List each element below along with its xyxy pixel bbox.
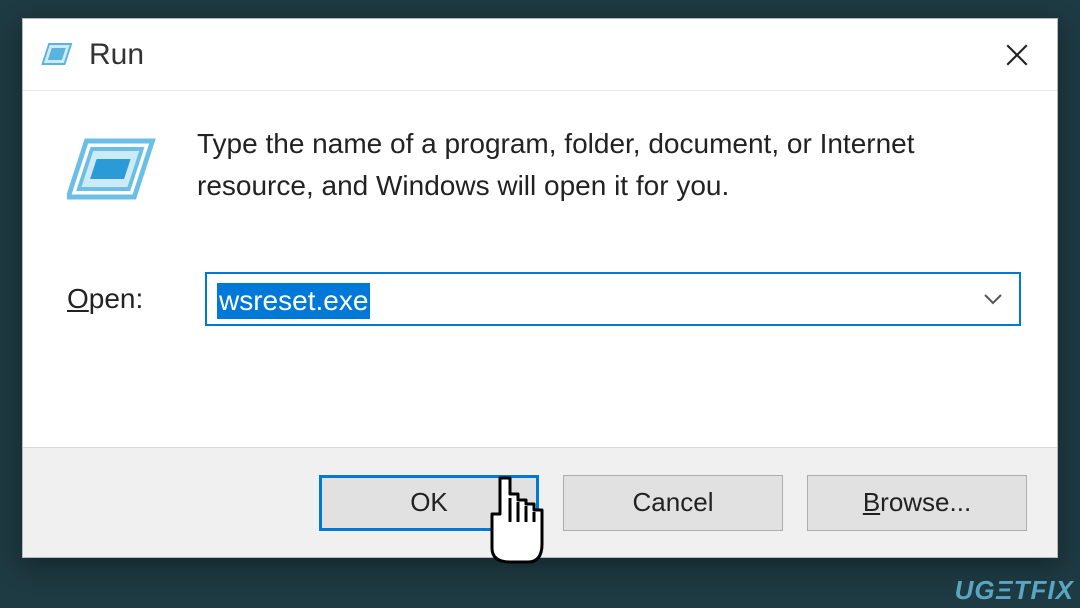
cancel-button[interactable]: Cancel: [563, 475, 783, 531]
run-dialog: Run Type the name of a program, folder, …: [22, 18, 1058, 558]
ok-button[interactable]: OK: [319, 475, 539, 531]
run-icon: [67, 123, 159, 224]
close-icon: [1004, 42, 1030, 68]
watermark: UGΞTFIX: [955, 575, 1074, 606]
open-row: Open: wsreset.exe: [23, 224, 1057, 326]
dialog-footer: OK Cancel Browse...: [23, 447, 1057, 557]
content-area: Type the name of a program, folder, docu…: [23, 91, 1057, 224]
chevron-down-icon[interactable]: [981, 287, 1005, 311]
description-text: Type the name of a program, folder, docu…: [197, 123, 1017, 224]
open-combobox[interactable]: wsreset.exe: [205, 272, 1021, 326]
close-button[interactable]: [981, 25, 1053, 85]
open-label: Open:: [67, 283, 167, 315]
open-input[interactable]: [217, 283, 981, 315]
run-title-icon: [41, 38, 75, 72]
browse-button[interactable]: Browse...: [807, 475, 1027, 531]
dialog-title: Run: [89, 38, 981, 72]
titlebar: Run: [23, 19, 1057, 91]
